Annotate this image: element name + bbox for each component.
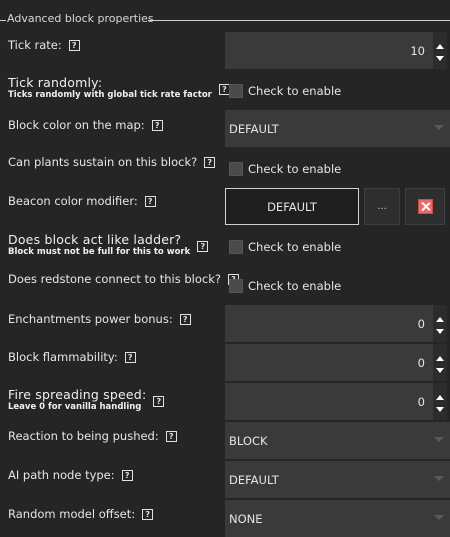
ladder-checkbox[interactable]: Check to enable xyxy=(229,240,341,254)
beacon-color-value: DEFAULT xyxy=(267,199,317,214)
help-icon[interactable]: ? xyxy=(142,508,154,520)
model-offset-label: Random model offset: xyxy=(8,507,136,521)
checkbox-label: Check to enable xyxy=(248,279,342,293)
enchant-bonus-label-row: Enchantments power bonus: ? xyxy=(8,312,191,326)
group-border-left xyxy=(0,20,6,21)
help-icon[interactable]: ? xyxy=(197,240,209,252)
checkbox-icon[interactable] xyxy=(229,279,243,293)
ladder-label-row: Does block act like ladder? Block must n… xyxy=(8,232,209,258)
flammability-label: Block flammability: xyxy=(8,350,118,364)
ladder-sublabel: Block must not be full for this to work xyxy=(8,247,191,257)
chevron-down-icon xyxy=(434,476,444,481)
help-icon[interactable]: ? xyxy=(144,195,156,207)
checkbox-label: Check to enable xyxy=(248,84,342,98)
group-border-right xyxy=(148,20,450,21)
increment-icon[interactable] xyxy=(436,317,444,322)
block-color-value: DEFAULT xyxy=(229,121,279,136)
tick-rate-label: Tick rate: xyxy=(8,38,62,52)
model-offset-select[interactable]: NONE xyxy=(225,500,450,537)
chevron-down-icon xyxy=(434,437,444,442)
tick-randomly-label-row: Tick randomly: Ticks randomly with globa… xyxy=(8,75,230,101)
help-icon[interactable]: ? xyxy=(165,430,177,442)
tick-randomly-label: Tick randomly: xyxy=(8,75,103,90)
fire-spread-label: Fire spreading speed: xyxy=(8,387,147,402)
beacon-color-browse-label: ... xyxy=(377,201,387,212)
decrement-icon[interactable] xyxy=(436,56,444,61)
tick-rate-label-row: Tick rate: ? xyxy=(8,38,80,52)
checkbox-icon[interactable] xyxy=(229,162,243,176)
beacon-color-label-row: Beacon color modifier: ? xyxy=(8,194,156,208)
flammability-value: 0 xyxy=(417,355,425,370)
ai-path-value: DEFAULT xyxy=(229,472,279,487)
block-color-select[interactable]: DEFAULT xyxy=(225,110,450,147)
block-color-label-row: Block color on the map: ? xyxy=(8,118,163,132)
decrement-icon[interactable] xyxy=(436,407,444,412)
redstone-label: Does redstone connect to this block? xyxy=(8,272,221,286)
chevron-down-icon xyxy=(434,125,444,130)
ai-path-select[interactable]: DEFAULT xyxy=(225,461,450,498)
model-offset-label-row: Random model offset: ? xyxy=(8,507,154,521)
tick-randomly-checkbox[interactable]: Check to enable xyxy=(229,84,341,98)
fire-spread-spinner[interactable]: 0 xyxy=(225,383,433,420)
plants-sustain-label: Can plants sustain on this block? xyxy=(8,155,198,169)
pushed-label: Reaction to being pushed: xyxy=(8,429,159,443)
flammability-stepper[interactable] xyxy=(433,344,447,381)
plants-sustain-checkbox[interactable]: Check to enable xyxy=(229,162,341,176)
increment-icon[interactable] xyxy=(436,395,444,400)
beacon-color-browse-button[interactable]: ... xyxy=(364,188,400,225)
checkbox-icon[interactable] xyxy=(229,240,243,254)
ai-path-label: AI path node type: xyxy=(8,468,115,482)
redstone-checkbox[interactable]: Check to enable xyxy=(229,279,341,293)
checkbox-label: Check to enable xyxy=(248,162,342,176)
redstone-label-row: Does redstone connect to this block? ? xyxy=(8,272,239,286)
beacon-color-button[interactable]: DEFAULT xyxy=(225,188,359,225)
ladder-label: Does block act like ladder? xyxy=(8,232,182,247)
pushed-label-row: Reaction to being pushed: ? xyxy=(8,429,177,443)
flammability-spinner[interactable]: 0 xyxy=(225,344,433,381)
pushed-select[interactable]: BLOCK xyxy=(225,422,450,459)
help-icon[interactable]: ? xyxy=(179,313,191,325)
decrement-icon[interactable] xyxy=(436,368,444,373)
tick-rate-stepper[interactable] xyxy=(433,32,447,69)
fire-spread-value: 0 xyxy=(417,394,425,409)
plants-sustain-label-row: Can plants sustain on this block? ? xyxy=(8,155,216,169)
enchant-bonus-value: 0 xyxy=(417,316,425,331)
model-offset-value: NONE xyxy=(229,511,263,526)
help-icon[interactable]: ? xyxy=(151,119,163,131)
beacon-color-label: Beacon color modifier: xyxy=(8,194,138,208)
help-icon[interactable]: ? xyxy=(124,351,136,363)
tick-rate-spinner[interactable]: 10 xyxy=(225,32,433,69)
help-icon[interactable]: ? xyxy=(68,39,80,51)
group-title: Advanced block properties xyxy=(7,12,154,25)
pushed-value: BLOCK xyxy=(229,433,268,448)
ai-path-label-row: AI path node type: ? xyxy=(8,468,133,482)
enchant-bonus-label: Enchantments power bonus: xyxy=(8,312,173,326)
decrement-icon[interactable] xyxy=(436,329,444,334)
fire-spread-sublabel: Leave 0 for vanilla handling xyxy=(8,402,142,412)
close-icon xyxy=(417,199,433,214)
chevron-down-icon xyxy=(434,515,444,520)
beacon-color-clear-button[interactable] xyxy=(405,188,445,225)
fire-spread-stepper[interactable] xyxy=(433,383,447,420)
tick-rate-value: 10 xyxy=(410,43,425,58)
help-icon[interactable]: ? xyxy=(121,469,133,481)
increment-icon[interactable] xyxy=(436,356,444,361)
checkbox-icon[interactable] xyxy=(229,84,243,98)
checkbox-label: Check to enable xyxy=(248,240,342,254)
flammability-label-row: Block flammability: ? xyxy=(8,350,136,364)
help-icon[interactable]: ? xyxy=(153,395,165,407)
block-color-label: Block color on the map: xyxy=(8,118,145,132)
help-icon[interactable]: ? xyxy=(204,156,216,168)
tick-randomly-sublabel: Ticks randomly with global tick rate fac… xyxy=(8,90,212,100)
enchant-bonus-spinner[interactable]: 0 xyxy=(225,305,433,342)
increment-icon[interactable] xyxy=(436,44,444,49)
fire-spread-label-row: Fire spreading speed: Leave 0 for vanill… xyxy=(8,387,165,413)
enchant-bonus-stepper[interactable] xyxy=(433,305,447,342)
